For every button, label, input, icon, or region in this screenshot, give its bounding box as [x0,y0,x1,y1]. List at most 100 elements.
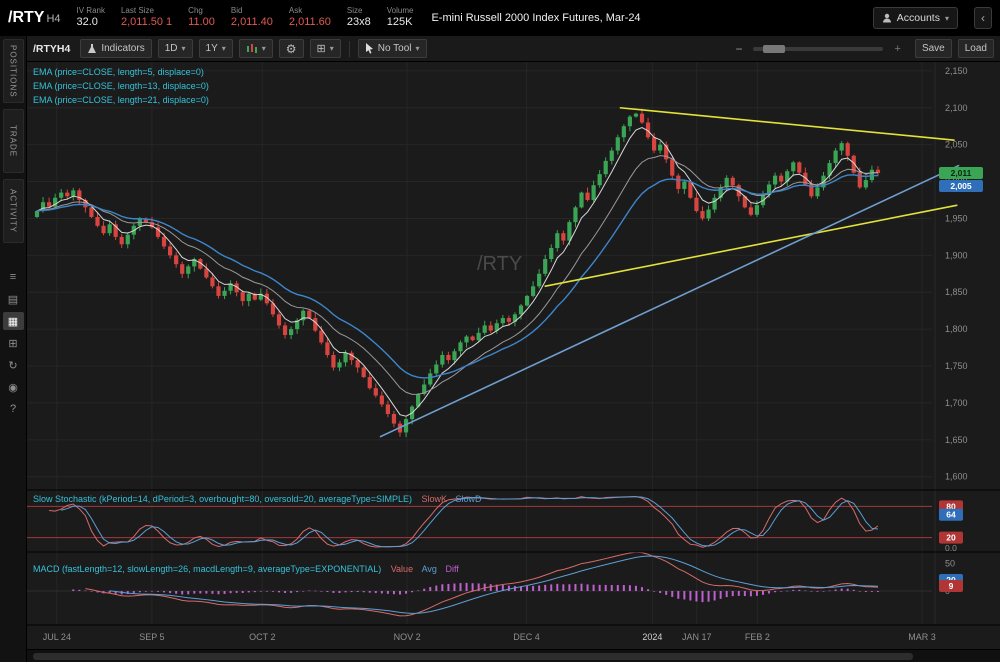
svg-text:20: 20 [946,533,956,543]
svg-text:2024: 2024 [642,632,662,642]
save-button[interactable]: Save [915,39,952,58]
community-icon: ◉ [8,381,18,394]
quote-header: /RTY H4 IV Rank 32.0 Last Size 2,011.50 … [0,0,1000,36]
sidebar-tab-trade[interactable]: TRADE [3,109,24,173]
collapse-panel-button[interactable]: ‹ [974,7,992,29]
zoom-in-icon[interactable]: + [895,43,901,55]
sidebar-tab-label: POSITIONS [9,45,18,98]
instrument-description: E-mini Russell 2000 Index Futures, Mar-2… [431,12,640,24]
load-button[interactable]: Load [958,39,994,58]
help-icon: ? [10,403,16,415]
history-icon: ↻ [8,359,17,372]
sidebar-tab-positions[interactable]: POSITIONS [3,39,24,103]
stat-ask: Ask 2,011.60 [289,6,331,30]
accounts-button[interactable]: Accounts ▾ [873,7,958,29]
symbol: /RTY [8,9,44,27]
svg-text:1,950: 1,950 [945,213,968,223]
svg-text:2,100: 2,100 [945,103,968,113]
svg-text:FEB 2: FEB 2 [745,632,770,642]
chevron-down-icon: ▾ [222,44,226,53]
contract-code: H4 [46,13,60,25]
chevron-down-icon: ▾ [262,44,266,53]
stat-label: Bid [231,6,273,16]
chart-region: JUL 24SEP 5OCT 2NOV 2DEC 42024JAN 17FEB … [27,62,1000,662]
community-icon-button[interactable]: ◉ [3,378,24,396]
stat-value: 11.00 [188,16,215,30]
sidebar-tab-label: TRADE [9,125,18,157]
help-icon-button[interactable]: ? [3,400,24,418]
svg-text:1,850: 1,850 [945,287,968,297]
symbol-block: /RTY H4 [8,9,61,27]
stat-label: Last Size [121,6,172,16]
chart-settings-button[interactable]: ⚙ [279,39,304,58]
svg-text:NOV 2: NOV 2 [394,632,421,642]
stat-value: 125K [387,16,414,30]
range-dropdown[interactable]: 1Y ▾ [199,39,233,58]
scrollbar-thumb[interactable] [33,653,913,660]
drawing-tool-dropdown[interactable]: No Tool ▾ [358,39,427,58]
svg-text:0.0: 0.0 [945,543,957,553]
chevron-down-icon: ▾ [416,44,420,53]
stat-value: 2,011.50 1 [121,16,172,30]
svg-text:1,800: 1,800 [945,324,968,334]
menu-icon: ≡ [10,271,16,283]
svg-text:2,011: 2,011 [951,168,972,178]
svg-text:9: 9 [949,581,954,591]
stat-value: 2,011.60 [289,16,331,30]
svg-text:1,650: 1,650 [945,435,968,445]
left-sidebar: POSITIONS TRADE ACTIVITY ≡ ▤ ▦ ⊞ ↻ ◉ ? [0,36,27,662]
history-icon-button[interactable]: ↻ [3,356,24,374]
svg-text:64: 64 [946,510,956,520]
chart-style-dropdown[interactable]: ▾ [239,39,273,58]
layout-grid-icon: ⊞ [317,42,326,55]
indicators-button[interactable]: Indicators [80,39,151,58]
svg-text:2,150: 2,150 [945,66,968,76]
apps-icon-button[interactable]: ⊞ [3,334,24,352]
stat-label: Size [347,6,371,16]
charts-icon-button[interactable]: ▦ [3,312,24,330]
flask-icon [87,43,97,54]
apps-grid-icon: ⊞ [8,337,17,350]
main-column: /RTYH4 Indicators 1D ▾ 1Y ▾ [27,36,1000,662]
svg-text:JAN 17: JAN 17 [682,632,712,642]
stat-size: Size 23x8 [347,6,371,30]
svg-text:MAR 3: MAR 3 [908,632,936,642]
chart-canvas[interactable]: JUL 24SEP 5OCT 2NOV 2DEC 42024JAN 17FEB … [27,62,1000,662]
svg-text:1,600: 1,600 [945,472,968,482]
app-root: /RTY H4 IV Rank 32.0 Last Size 2,011.50 … [0,0,1000,662]
accounts-label: Accounts [897,12,940,24]
stat-last-size: Last Size 2,011.50 1 [121,6,172,30]
stat-bid: Bid 2,011.40 [231,6,273,30]
svg-text:2,050: 2,050 [945,140,968,150]
watchlist-icon-button[interactable]: ▤ [3,290,24,308]
body-row: POSITIONS TRADE ACTIVITY ≡ ▤ ▦ ⊞ ↻ ◉ ? / [0,36,1000,662]
svg-text:DEC 4: DEC 4 [513,632,540,642]
stat-label: IV Rank [77,6,105,16]
horizontal-scrollbar[interactable] [27,649,1000,662]
sidebar-icon-rail: ≡ ▤ ▦ ⊞ ↻ ◉ ? [3,268,24,418]
chart-style-icon [246,43,258,54]
stat-chg: Chg 11.00 [188,6,215,30]
tool-value: No Tool [378,43,412,54]
svg-text:SEP 5: SEP 5 [139,632,164,642]
stat-volume: Volume 125K [387,6,414,30]
stat-label: Volume [387,6,414,16]
svg-text:1,700: 1,700 [945,398,968,408]
svg-text:OCT 2: OCT 2 [249,632,275,642]
toolbar-separator [349,41,350,57]
chevron-down-icon: ▾ [182,44,186,53]
watchlist-icon: ▤ [8,293,18,306]
sidebar-tab-activity[interactable]: ACTIVITY [3,179,24,243]
layout-grid-dropdown[interactable]: ⊞ ▾ [310,39,341,58]
stat-value: 23x8 [347,16,371,30]
chevron-down-icon: ▾ [330,44,334,53]
zoom-slider-thumb[interactable] [763,45,785,53]
menu-icon-button[interactable]: ≡ [3,268,24,286]
zoom-out-icon[interactable]: − [736,42,743,56]
svg-text:1,750: 1,750 [945,361,968,371]
gear-icon: ⚙ [286,42,297,56]
svg-text:2,005: 2,005 [950,181,972,191]
time-zoom-slider[interactable] [753,47,883,51]
cursor-icon [365,43,374,54]
aggregation-dropdown[interactable]: 1D ▾ [158,39,193,58]
